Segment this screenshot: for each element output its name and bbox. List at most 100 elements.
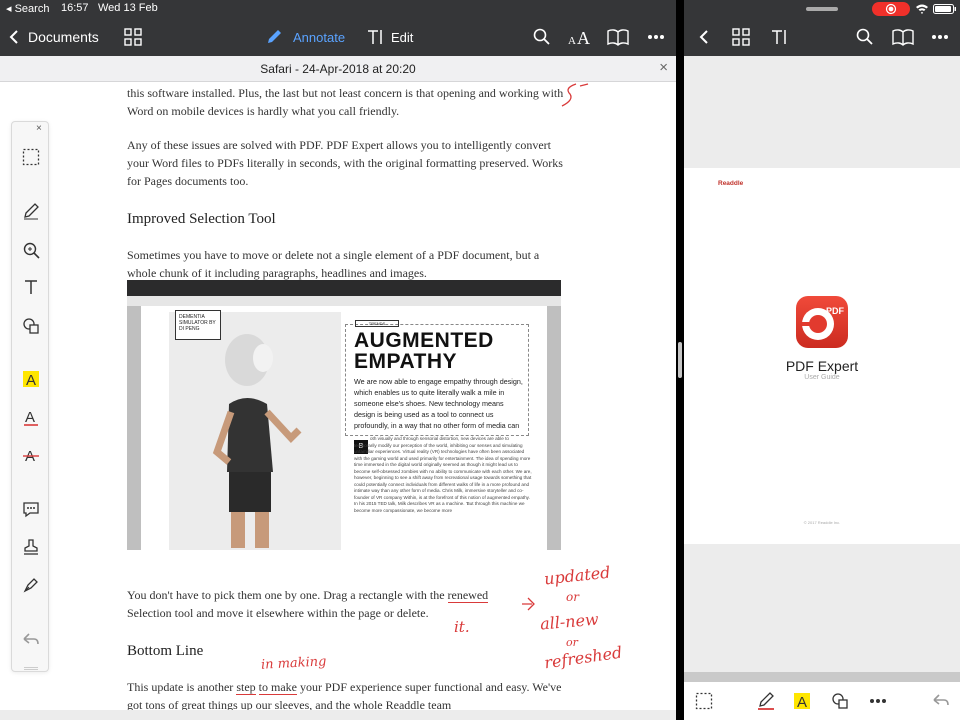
thumbnails-button[interactable] (124, 18, 142, 56)
highlight-text-icon: A (23, 371, 39, 388)
text-tool[interactable] (21, 277, 41, 297)
chevron-left-icon (699, 30, 708, 44)
article-screenshot-image: DEMENTIA SIMULATOR BY DI PENG TRENDS AUG… (127, 280, 561, 550)
pen-icon (268, 30, 281, 43)
signature-tool[interactable] (21, 574, 41, 594)
user-guide-cover-page[interactable]: Readdle PDF PDF Expert User Guide © 2017… (684, 168, 960, 544)
left-bottom-strip (0, 710, 676, 720)
svg-text:A: A (797, 694, 807, 710)
selection-tool-right[interactable] (694, 691, 714, 711)
strikethrough-tool[interactable]: A (21, 445, 41, 465)
article-tag: TRENDS (355, 320, 399, 327)
undo-tool-right[interactable] (931, 691, 951, 711)
status-date: Wed 13 Feb (98, 2, 158, 14)
edit-button-right[interactable] (770, 18, 788, 56)
shapes-icon (23, 318, 39, 334)
comment-tool[interactable] (21, 499, 41, 519)
search-icon (856, 28, 873, 45)
document-page[interactable]: this software installed. Plus, the last … (0, 82, 676, 710)
document-title: Safari - 24-Apr-2018 at 20:20 (260, 62, 416, 76)
text-size-button[interactable]: AA (567, 18, 593, 56)
pen-icon (24, 203, 39, 220)
reading-mode-button[interactable] (607, 18, 629, 56)
undo-icon (933, 694, 949, 706)
pen-icon (758, 692, 774, 710)
font-size-icon: AA (568, 28, 590, 46)
split-view-handle[interactable] (678, 342, 682, 378)
back-button[interactable]: Documents (8, 18, 99, 56)
paragraph-drag-text-2: Selection tool and move it elsewhere wit… (127, 606, 429, 620)
icon-label: PDF (826, 306, 845, 316)
image-margin-right (547, 306, 561, 550)
magnifier-icon (23, 242, 40, 259)
right-scroll-strip (684, 672, 960, 682)
annotated-word-renewed[interactable]: renewed (447, 588, 489, 603)
search-button-right[interactable] (856, 18, 874, 56)
selection-tool[interactable] (21, 147, 41, 167)
app-subtitle: User Guide (804, 374, 840, 381)
shapes-tool-right[interactable] (830, 691, 850, 711)
more-button-right[interactable] (931, 18, 949, 56)
shapes-tool[interactable] (21, 316, 41, 336)
handwritten-it[interactable]: it. (454, 618, 470, 636)
close-toolbar-icon[interactable]: × (36, 123, 42, 134)
screen-recording-indicator[interactable] (872, 2, 910, 16)
handwritten-or-2[interactable]: or (566, 636, 578, 649)
undo-tool[interactable] (21, 630, 41, 650)
underline-tool[interactable]: A (21, 407, 41, 427)
status-bar: ◂ Search 16:57 Wed 13 Feb (0, 0, 676, 18)
article-body: oth visually and through sensorial disto… (354, 436, 532, 514)
stamp-icon (24, 539, 38, 555)
document-tab-bar: Safari - 24-Apr-2018 at 20:20 × (0, 56, 676, 82)
person-vr-photo (169, 312, 341, 550)
pen-tool-right[interactable] (756, 691, 776, 711)
handwritten-all-new[interactable]: all-new (539, 609, 599, 633)
stamp-tool[interactable] (21, 537, 41, 557)
readdle-brand: Readdle (718, 180, 744, 187)
reading-mode-button-right[interactable] (892, 18, 914, 56)
toolbar-drag-handle[interactable] (24, 667, 38, 670)
handwritten-or-1[interactable]: or (566, 590, 579, 604)
grid-icon (124, 28, 142, 46)
paragraph-bottom-line: This update is another step to make your… (127, 678, 567, 710)
book-icon (892, 29, 914, 46)
highlight-tool-right[interactable]: A (792, 691, 812, 711)
left-pane: ◂ Search 16:57 Wed 13 Feb Documents Anno… (0, 0, 676, 720)
edit-tab[interactable]: Edit (366, 18, 413, 56)
svg-text:A: A (25, 409, 35, 426)
pen-tool[interactable] (21, 201, 41, 221)
magnifier-tool[interactable] (21, 240, 41, 260)
book-icon (607, 29, 629, 46)
search-button[interactable] (533, 18, 551, 56)
multitasking-pill[interactable] (806, 7, 838, 11)
paragraph-drag-text: You don't have to pick them one by one. … (127, 588, 448, 602)
close-document-icon[interactable]: × (659, 59, 668, 76)
annotated-word-step[interactable]: step (236, 680, 256, 695)
paragraph-word-issues: this software installed. Plus, the last … (127, 86, 564, 118)
handwritten-arrow[interactable] (520, 594, 540, 614)
annotation-toolbar: × A A A (11, 121, 49, 672)
handwritten-updated[interactable]: updated (543, 563, 611, 589)
more-icon (870, 699, 886, 703)
article-badge: DEMENTIA SIMULATOR BY DI PENG (175, 310, 221, 340)
thumbnails-button-right[interactable] (732, 18, 750, 56)
more-icon (932, 35, 948, 39)
handwritten-in-making[interactable]: in making (261, 654, 327, 672)
text-edit-icon (368, 30, 382, 44)
annotated-word-to-make[interactable]: to make (258, 680, 297, 695)
dashed-rectangle-icon (22, 148, 40, 166)
more-icon (648, 35, 664, 39)
edit-tab-label: Edit (391, 29, 414, 45)
highlight-tool[interactable]: A (21, 369, 41, 389)
annotate-tab[interactable]: Annotate (265, 18, 345, 56)
handwritten-refreshed[interactable]: refreshed (543, 643, 623, 673)
svg-text:A: A (26, 372, 36, 388)
comment-icon (23, 502, 39, 518)
back-to-app-indicator[interactable]: ◂ Search (6, 2, 49, 15)
back-button-label: Documents (28, 29, 99, 45)
svg-text:A: A (577, 28, 590, 46)
more-tools-right[interactable] (868, 691, 888, 711)
back-button-right[interactable] (698, 18, 710, 56)
handwritten-brace-mark[interactable] (556, 82, 596, 110)
more-button[interactable] (647, 18, 665, 56)
